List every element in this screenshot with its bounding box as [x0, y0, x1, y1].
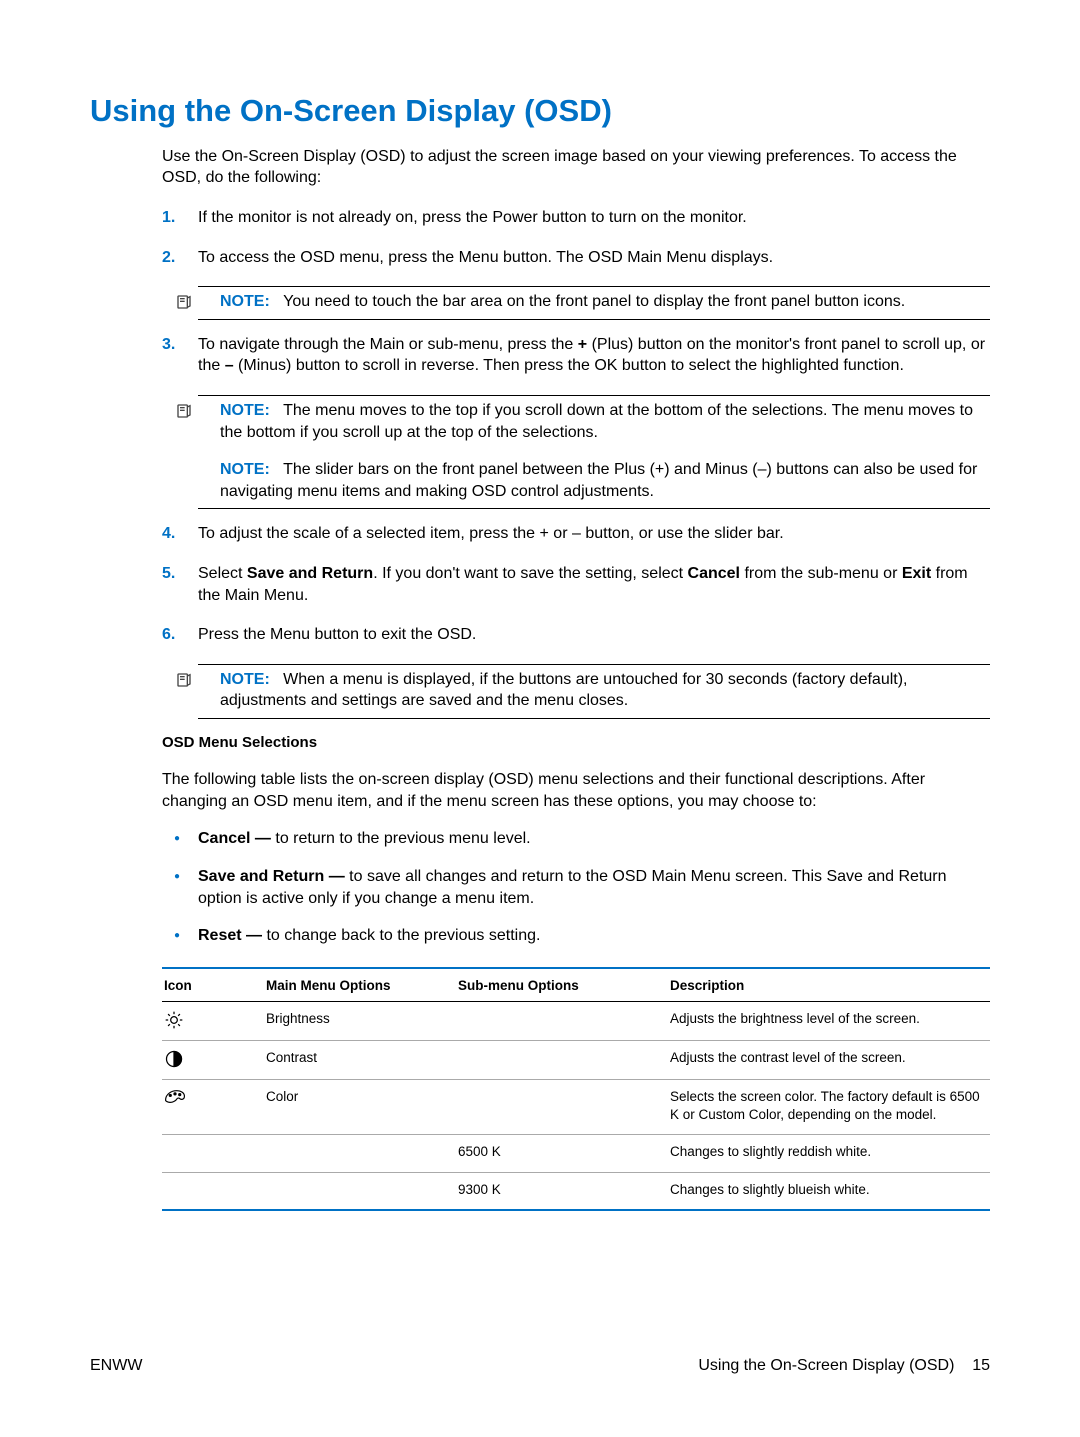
cell-contrast-sub	[456, 1040, 668, 1079]
selections-intro: The following table lists the on-screen …	[162, 769, 990, 812]
note-step-3a: NOTE: The menu moves to the top if you s…	[198, 395, 990, 449]
step-5: Select Save and Return. If you don't wan…	[162, 563, 990, 606]
table-row: 9300 K Changes to slightly blueish white…	[162, 1172, 990, 1210]
step-5-text-b: . If you don't want to save the setting,…	[373, 565, 687, 582]
cell-9300-desc: Changes to slightly blueish white.	[668, 1172, 990, 1210]
step-2-text: To access the OSD menu, press the Menu b…	[198, 249, 773, 266]
step-6-text: Press the Menu button to exit the OSD.	[198, 626, 476, 643]
note-icon	[176, 400, 192, 422]
table-row: 6500 K Changes to slightly reddish white…	[162, 1135, 990, 1172]
bullet-reset: Reset — to change back to the previous s…	[162, 925, 990, 947]
table-row: Brightness Adjusts the brightness level …	[162, 1001, 990, 1040]
cell-6500-main	[264, 1135, 456, 1172]
step-3-text-c: (Minus) button to scroll in reverse. The…	[234, 357, 904, 374]
cell-contrast-main: Contrast	[264, 1040, 456, 1079]
note-step-2: NOTE: You need to touch the bar area on …	[198, 286, 990, 320]
step-2: To access the OSD menu, press the Menu b…	[162, 247, 990, 269]
cell-brightness-sub	[456, 1001, 668, 1040]
cell-9300-sub: 9300 K	[456, 1172, 668, 1210]
table-header-row: Icon Main Menu Options Sub-menu Options …	[162, 968, 990, 1002]
footer-left: ENWW	[90, 1355, 142, 1377]
bullet-cancel-label: Cancel —	[198, 830, 271, 847]
step-4: To adjust the scale of a selected item, …	[162, 523, 990, 545]
step-5-bold-3: Exit	[902, 565, 931, 582]
note-3b-text: The slider bars on the front panel betwe…	[220, 461, 977, 500]
th-icon: Icon	[162, 968, 264, 1002]
step-5-text-c: from the sub-menu or	[740, 565, 902, 582]
page-section-title: Using the On-Screen Display (OSD)	[90, 90, 990, 132]
osd-menu-table: Icon Main Menu Options Sub-menu Options …	[162, 967, 990, 1211]
cell-6500-desc: Changes to slightly reddish white.	[668, 1135, 990, 1172]
color-icon	[164, 1089, 186, 1104]
note-label: NOTE:	[220, 293, 270, 310]
step-1: If the monitor is not already on, press …	[162, 207, 990, 229]
step-3-text-a: To navigate through the Main or sub-menu…	[198, 336, 578, 353]
cell-6500-sub: 6500 K	[456, 1135, 668, 1172]
note-6-text: When a menu is displayed, if the buttons…	[220, 671, 907, 710]
note-step-3b: NOTE: The slider bars on the front panel…	[198, 449, 990, 509]
step-6: Press the Menu button to exit the OSD.	[162, 624, 990, 646]
cell-brightness-main: Brightness	[264, 1001, 456, 1040]
cell-color-desc: Selects the screen color. The factory de…	[668, 1079, 990, 1134]
contrast-icon	[164, 1051, 184, 1066]
footer-page-number: 15	[972, 1357, 990, 1374]
step-4-text: To adjust the scale of a selected item, …	[198, 525, 784, 542]
note-label: NOTE:	[220, 461, 270, 478]
note-label: NOTE:	[220, 671, 270, 688]
th-sub: Sub-menu Options	[456, 968, 668, 1002]
bullet-save-label: Save and Return —	[198, 868, 345, 885]
note-3a-text: The menu moves to the top if you scroll …	[220, 402, 973, 441]
cell-color-main: Color	[264, 1079, 456, 1134]
th-main: Main Menu Options	[264, 968, 456, 1002]
cell-contrast-desc: Adjusts the contrast level of the screen…	[668, 1040, 990, 1079]
cell-brightness-desc: Adjusts the brightness level of the scre…	[668, 1001, 990, 1040]
bullet-cancel: Cancel — to return to the previous menu …	[162, 828, 990, 850]
step-5-bold-2: Cancel	[688, 565, 740, 582]
table-row: Contrast Adjusts the contrast level of t…	[162, 1040, 990, 1079]
note-icon	[176, 291, 192, 313]
plus-symbol: +	[578, 336, 587, 353]
bullet-save: Save and Return — to save all changes an…	[162, 866, 990, 909]
minus-symbol: –	[225, 357, 234, 374]
step-5-bold-1: Save and Return	[247, 565, 373, 582]
bullet-reset-label: Reset —	[198, 927, 262, 944]
table-row: Color Selects the screen color. The fact…	[162, 1079, 990, 1134]
note-step-6: NOTE: When a menu is displayed, if the b…	[198, 664, 990, 719]
th-desc: Description	[668, 968, 990, 1002]
intro-paragraph: Use the On-Screen Display (OSD) to adjus…	[162, 146, 990, 189]
osd-menu-selections-heading: OSD Menu Selections	[162, 733, 990, 753]
cell-9300-main	[264, 1172, 456, 1210]
page-footer: ENWW Using the On-Screen Display (OSD) 1…	[90, 1355, 990, 1377]
cell-color-sub	[456, 1079, 668, 1134]
bullet-cancel-text: to return to the previous menu level.	[271, 830, 531, 847]
step-5-text-a: Select	[198, 565, 247, 582]
step-1-text: If the monitor is not already on, press …	[198, 209, 747, 226]
note-2-text: You need to touch the bar area on the fr…	[283, 293, 905, 310]
note-label: NOTE:	[220, 402, 270, 419]
note-icon	[176, 669, 192, 691]
step-3: To navigate through the Main or sub-menu…	[162, 334, 990, 377]
brightness-icon	[164, 1012, 184, 1027]
bullet-reset-text: to change back to the previous setting.	[262, 927, 540, 944]
footer-right-label: Using the On-Screen Display (OSD)	[698, 1357, 954, 1374]
